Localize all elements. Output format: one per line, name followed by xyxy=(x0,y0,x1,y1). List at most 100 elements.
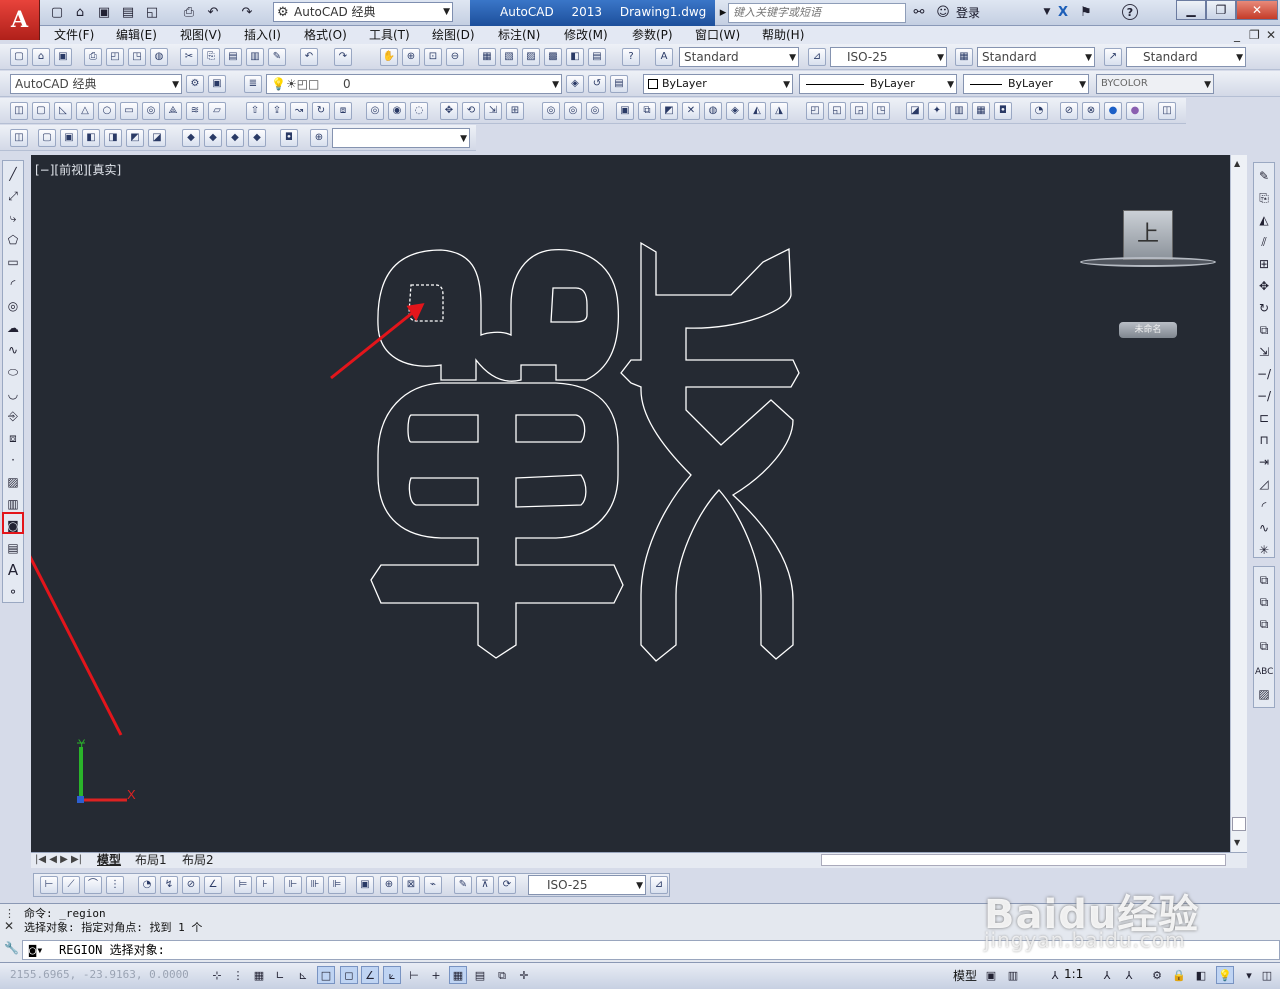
table-style-combo[interactable]: Standard ▼ xyxy=(977,47,1095,67)
polar-icon[interactable]: ⊾ xyxy=(294,966,312,984)
gradient-icon[interactable]: ▥ xyxy=(4,495,22,513)
subtract-icon[interactable]: ◉ xyxy=(388,102,406,120)
jogged-linear-icon[interactable]: ⌁ xyxy=(424,876,442,894)
selection-cycling-icon[interactable]: ⧉ xyxy=(493,966,511,984)
plot-preview-icon[interactable]: ◰ xyxy=(106,48,124,66)
radius-icon[interactable]: ◔ xyxy=(138,876,156,894)
dim-style-combo[interactable]: ISO-25 ▼ xyxy=(830,47,947,67)
workspace-save-icon[interactable]: ▣ xyxy=(208,75,226,93)
bring-above-icon[interactable]: ⧉ xyxy=(1255,615,1273,633)
otrack-icon[interactable]: ∠ xyxy=(361,966,379,984)
3d-dwf-icon[interactable]: ◍ xyxy=(150,48,168,66)
bottom-view-icon[interactable]: ▣ xyxy=(60,129,78,147)
command-input[interactable]: ◙▾ REGION 选择对象: xyxy=(22,940,1280,960)
open-file-icon[interactable]: ⌂ xyxy=(71,3,89,21)
planar-surface-icon[interactable]: ▱ xyxy=(208,102,226,120)
ordinate-icon[interactable]: ⋮ xyxy=(106,876,124,894)
exchange-icon[interactable]: X xyxy=(1054,3,1072,21)
save-as-icon[interactable]: ▤ xyxy=(119,3,137,21)
3d-align-icon[interactable]: ⇲ xyxy=(484,102,502,120)
dim-update-icon[interactable]: ⟳ xyxy=(498,876,516,894)
visual-style-hidden-icon[interactable]: ◱ xyxy=(828,102,846,120)
shell-icon[interactable]: ◍ xyxy=(704,102,722,120)
help-icon[interactable]: ? xyxy=(1122,4,1138,20)
presspull-icon[interactable]: ⇪ xyxy=(268,102,286,120)
horizontal-scrollbar[interactable] xyxy=(821,854,1226,866)
status-menu-icon[interactable]: ▾ xyxy=(1240,966,1258,984)
send-to-back-icon[interactable]: ⧉ xyxy=(1255,593,1273,611)
isolate-objects-icon[interactable]: 💡 xyxy=(1216,966,1234,984)
quick-dim-icon[interactable]: ⊨ xyxy=(234,876,252,894)
properties-icon[interactable]: ▦ xyxy=(478,48,496,66)
clean-icon[interactable]: ◭ xyxy=(748,102,766,120)
make-block-icon[interactable]: ⧈ xyxy=(4,429,22,447)
union-icon[interactable]: ◎ xyxy=(366,102,384,120)
zoom-icon[interactable]: ⊕ xyxy=(310,129,328,147)
user-icon[interactable]: ☺ xyxy=(934,3,952,21)
break-at-point-icon[interactable]: ⊏ xyxy=(1255,409,1273,427)
menu-file[interactable]: 文件(F) xyxy=(50,26,98,44)
workspace-switch-icon[interactable]: ⚙ xyxy=(1148,966,1166,984)
no-icon-2[interactable]: ⊗ xyxy=(1082,102,1100,120)
cone-icon[interactable]: △ xyxy=(76,102,94,120)
dim-edit-icon[interactable]: ✎ xyxy=(454,876,472,894)
angular-icon[interactable]: ∠ xyxy=(204,876,222,894)
save-icon[interactable]: ▣ xyxy=(95,3,113,21)
markup-icon[interactable]: ◧ xyxy=(566,48,584,66)
send-under-icon[interactable]: ⧉ xyxy=(1255,637,1273,655)
layer-properties-icon[interactable]: ≣ xyxy=(244,75,262,93)
materials-icon[interactable]: ▥ xyxy=(950,102,968,120)
move-icon[interactable]: ✥ xyxy=(1255,277,1273,295)
tab-model[interactable]: 模型 xyxy=(97,853,121,867)
no-icon[interactable]: ⊘ xyxy=(1060,102,1078,120)
polysolid-icon[interactable]: ◫ xyxy=(10,102,28,120)
cut-icon[interactable]: ✂ xyxy=(180,48,198,66)
x-axis-rotate-icon[interactable]: ✕ xyxy=(682,102,700,120)
3d-rotate-icon[interactable]: ⟲ xyxy=(462,102,480,120)
offset-icon[interactable]: ⫽ xyxy=(1255,233,1273,251)
menu-insert[interactable]: 插入(I) xyxy=(240,26,285,44)
bring-to-front-icon[interactable]: ⧉ xyxy=(1255,571,1273,589)
design-center-icon[interactable]: ▧ xyxy=(500,48,518,66)
doc-restore-icon[interactable]: ❐ xyxy=(1245,26,1264,44)
lock-icon[interactable]: 🔒 xyxy=(1170,966,1188,984)
scale-icon[interactable]: ⧉ xyxy=(1255,321,1273,339)
multileader-style-combo[interactable]: Standard ▼ xyxy=(1126,47,1246,67)
front-view-icon[interactable]: ◩ xyxy=(126,129,144,147)
plotstyle-combo[interactable]: BYCOLOR ▼ xyxy=(1096,74,1214,94)
ne-iso-icon[interactable]: ◆ xyxy=(226,129,244,147)
hatch-icon[interactable]: ▨ xyxy=(4,473,22,491)
login-label[interactable]: 登录 xyxy=(956,3,980,23)
restore-button[interactable]: ❐ xyxy=(1206,0,1236,20)
auto-scale-icon[interactable]: ⅄ xyxy=(1120,966,1138,984)
rectangle-icon[interactable]: ▭ xyxy=(4,253,22,271)
linetype-combo[interactable]: ByLayer ▼ xyxy=(799,74,957,94)
redo-icon[interactable]: ↷ xyxy=(238,3,256,21)
open-icon[interactable]: ⌂ xyxy=(32,48,50,66)
join-icon[interactable]: ⇥ xyxy=(1255,453,1273,471)
help-icon[interactable]: ? xyxy=(622,48,640,66)
ortho-icon[interactable]: ∟ xyxy=(271,966,289,984)
save-icon[interactable]: ▣ xyxy=(54,48,72,66)
plot-icon[interactable]: ⎙ xyxy=(84,48,102,66)
construction-line-icon[interactable]: ⤢ xyxy=(4,187,22,205)
render-window-icon[interactable]: ◫ xyxy=(1158,102,1176,120)
break-dim-icon[interactable]: ⊫ xyxy=(328,876,346,894)
menu-draw[interactable]: 绘图(D) xyxy=(428,26,479,44)
annotation-scale-icon[interactable]: ⅄ xyxy=(1046,966,1064,984)
vertical-scrollbar[interactable]: ▲ ▼ xyxy=(1230,155,1247,852)
arc-length-icon[interactable]: ⌒ xyxy=(84,876,102,894)
menu-modify[interactable]: 修改(M) xyxy=(560,26,612,44)
zoom-realtime-icon[interactable]: ⊕ xyxy=(402,48,420,66)
point-icon[interactable]: · xyxy=(4,451,22,469)
table-style-icon[interactable]: ▦ xyxy=(955,48,973,66)
continue-icon[interactable]: ⊩ xyxy=(284,876,302,894)
annotation-monitor-icon[interactable]: ✛ xyxy=(515,966,533,984)
undo-icon[interactable]: ↶ xyxy=(204,3,222,21)
dim-toolbar-style-combo[interactable]: ISO-25 ▼ xyxy=(528,875,646,895)
polyline-icon[interactable]: ⤷ xyxy=(4,209,22,227)
multiline-text-icon[interactable]: A xyxy=(4,561,22,579)
osnap-icon[interactable]: □ xyxy=(317,966,335,984)
grid-icon[interactable]: ▦ xyxy=(250,966,268,984)
camera-view-icon[interactable]: ◘ xyxy=(280,129,298,147)
